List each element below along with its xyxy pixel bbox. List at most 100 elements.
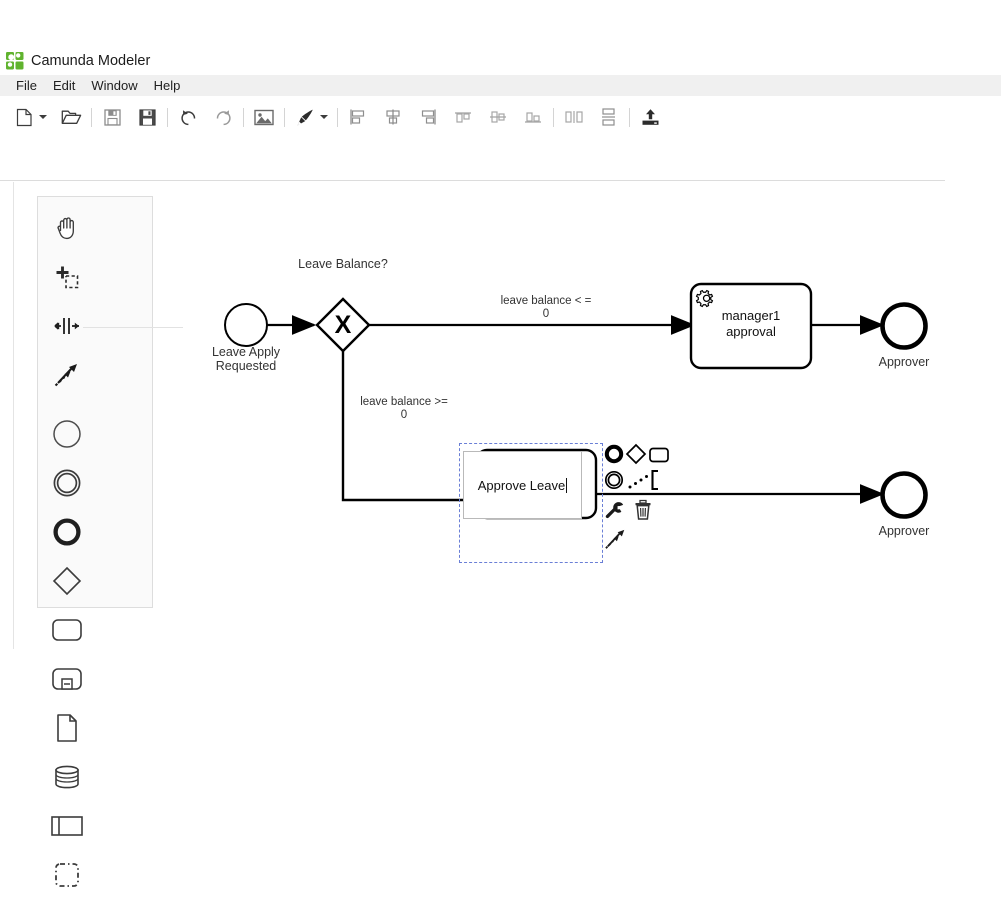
align-middle-button[interactable] [485, 104, 511, 130]
new-file-button[interactable] [11, 104, 37, 130]
append-task-button[interactable] [648, 444, 670, 466]
change-type-button[interactable] [605, 499, 627, 521]
text-cursor [566, 478, 567, 493]
undo-button[interactable] [175, 104, 201, 130]
tab-bar-underline [0, 180, 945, 181]
space-tool-icon [53, 315, 81, 337]
align-right-button[interactable] [415, 104, 441, 130]
align-bottom-icon [523, 108, 543, 126]
toolbar-separator-3 [243, 108, 244, 127]
sequence-flow-top-label: leave balance < = 0 [476, 295, 616, 321]
distribute-horizontal-icon [564, 108, 584, 126]
flow-bottom-label-line1: leave balance >= [360, 396, 448, 408]
deploy-upload-icon [641, 108, 660, 127]
context-pad [603, 443, 665, 558]
align-top-button[interactable] [450, 104, 476, 130]
append-text-annotation-button[interactable] [627, 469, 669, 491]
intermediate-event-icon [52, 468, 82, 498]
palette-gateway[interactable] [38, 556, 96, 605]
palette-end-event[interactable] [38, 507, 96, 556]
align-center-icon [384, 108, 402, 126]
menu-bar: File Edit Window Help [0, 75, 1001, 96]
distribute-horizontal-button[interactable] [561, 104, 587, 130]
subprocess-icon [51, 666, 83, 692]
flow-top-label-line1: leave balance < = [501, 295, 592, 307]
align-left-icon [349, 108, 367, 126]
menu-help[interactable]: Help [146, 77, 189, 94]
bpmn-palette [37, 196, 153, 608]
connect-arrows-icon [54, 362, 80, 388]
bpmn-canvas[interactable]: X Leave Apply Requested Leave Balance? l… [13, 182, 1001, 649]
undo-icon [179, 108, 198, 127]
menu-window[interactable]: Window [83, 77, 145, 94]
append-gateway-button[interactable] [625, 443, 647, 465]
end-event-top-shape[interactable] [883, 305, 926, 348]
palette-global-connect-tool[interactable] [38, 350, 96, 399]
palette-group[interactable] [38, 850, 96, 899]
open-folder-icon [61, 108, 82, 126]
deploy-button[interactable] [637, 104, 663, 130]
toolbar-separator-7 [629, 108, 630, 127]
service-task-label-line1: manager1 [722, 308, 781, 323]
data-object-icon [55, 713, 79, 743]
service-task-label-line2: approval [726, 324, 776, 339]
append-intermediate-event-button[interactable] [603, 469, 625, 491]
format-brush-dropdown[interactable] [318, 104, 330, 130]
sequence-flow-bottom-branch[interactable] [343, 351, 473, 500]
camunda-logo-icon [6, 52, 24, 70]
export-image-button[interactable] [251, 104, 277, 130]
toolbar-separator-6 [553, 108, 554, 127]
menu-edit[interactable]: Edit [45, 77, 83, 94]
distribute-vertical-icon [600, 107, 618, 127]
redo-button[interactable] [210, 104, 236, 130]
save-as-icon [139, 109, 156, 126]
palette-data-object[interactable] [38, 703, 96, 752]
task-label-editor-text: Approve Leave [478, 478, 565, 493]
save-as-button[interactable] [134, 104, 160, 130]
end-event-icon [604, 444, 624, 464]
gateway-diamond-icon [625, 443, 647, 465]
align-right-icon [419, 108, 437, 126]
palette-data-store[interactable] [38, 752, 96, 801]
open-file-button[interactable] [58, 104, 84, 130]
menu-file[interactable]: File [8, 77, 45, 94]
delete-element-button[interactable] [632, 499, 654, 521]
new-file-dropdown[interactable] [37, 104, 49, 130]
align-center-button[interactable] [380, 104, 406, 130]
palette-space-tool[interactable] [38, 301, 96, 350]
paint-brush-icon [296, 108, 315, 127]
palette-start-event[interactable] [38, 409, 96, 458]
end-event-bottom-shape[interactable] [883, 474, 926, 517]
format-brush-button[interactable] [292, 104, 318, 130]
chevron-down-icon [39, 114, 47, 120]
task-label-editor[interactable]: Approve Leave [463, 451, 582, 519]
end-event-icon [52, 517, 82, 547]
align-left-button[interactable] [345, 104, 371, 130]
toolbar-separator-2 [167, 108, 168, 127]
gateway-xor-marker: X [335, 311, 352, 339]
chevron-down-icon [320, 114, 328, 120]
hand-icon [54, 215, 80, 241]
align-bottom-button[interactable] [520, 104, 546, 130]
palette-hand-tool[interactable] [38, 203, 96, 252]
palette-intermediate-event[interactable] [38, 458, 96, 507]
start-event-shape[interactable] [225, 304, 267, 346]
flow-top-label-line2: 0 [543, 308, 549, 320]
save-button[interactable] [99, 104, 125, 130]
trash-icon [633, 499, 653, 521]
palette-subprocess[interactable] [38, 654, 96, 703]
image-export-icon [254, 109, 274, 126]
distribute-vertical-button[interactable] [596, 104, 622, 130]
task-icon [648, 446, 670, 464]
new-file-icon [16, 108, 33, 127]
connect-element-button[interactable] [605, 528, 627, 550]
service-task-label: manager1 approval [691, 308, 811, 340]
save-icon [104, 109, 121, 126]
app-title: Camunda Modeler [31, 52, 150, 70]
app-branding: Camunda Modeler [6, 50, 150, 72]
palette-task[interactable] [38, 605, 96, 654]
palette-lasso-tool[interactable] [38, 252, 96, 301]
append-end-event-button[interactable] [603, 443, 625, 465]
palette-participant[interactable] [38, 801, 96, 850]
toolbar-separator-1 [91, 108, 92, 127]
